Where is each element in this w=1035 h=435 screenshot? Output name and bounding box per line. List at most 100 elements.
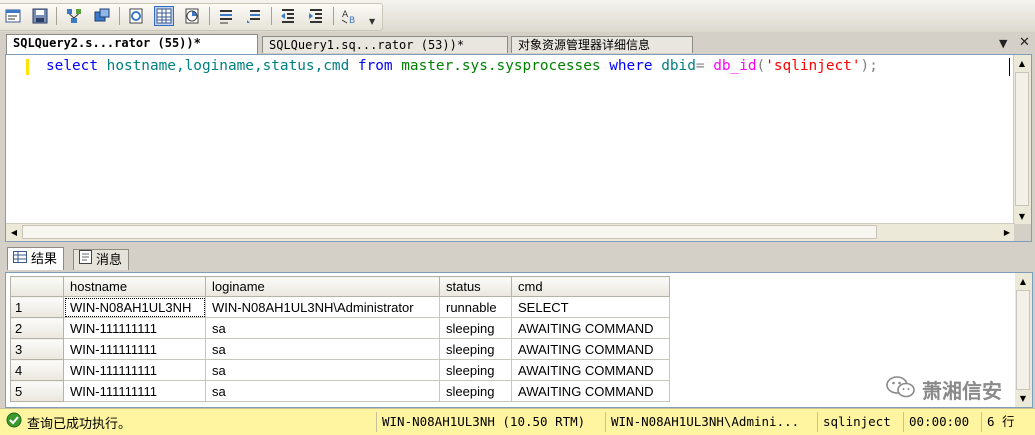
execute-plan-icon[interactable] <box>64 6 84 26</box>
tab-list-dropdown-icon[interactable]: ▼ <box>999 37 1007 50</box>
sql-keyword-from: from <box>357 58 393 74</box>
tab-sqlquery2[interactable]: SQLQuery2.s...rator (55))* <box>6 34 258 54</box>
query-options-icon[interactable] <box>92 6 112 26</box>
grid-icon <box>13 250 27 269</box>
toolbar-separator <box>56 7 57 25</box>
sql-source: master.sys.sysprocesses <box>401 58 601 74</box>
cell-loginame[interactable]: sa <box>205 317 440 339</box>
tab-messages-label: 消息 <box>96 252 123 268</box>
increase-indent-icon[interactable] <box>306 6 326 26</box>
watermark: 萧湘信安 <box>886 375 1002 404</box>
scroll-thumb[interactable] <box>1016 290 1030 390</box>
table-row[interactable]: 5 WIN-111111111 sa sleeping AWAITING COM… <box>10 380 670 402</box>
cell-status[interactable]: sleeping <box>439 317 512 339</box>
table-row[interactable]: 2 WIN-111111111 sa sleeping AWAITING COM… <box>10 317 670 339</box>
tab-messages[interactable]: 消息 <box>73 249 130 270</box>
toolbar-separator <box>119 7 120 25</box>
status-elapsed-time: 00:00:00 <box>903 412 981 432</box>
cell-cmd[interactable]: AWAITING COMMAND <box>511 317 670 339</box>
cell-hostname[interactable]: WIN-111111111 <box>63 317 206 339</box>
svg-text:B: B <box>349 16 355 25</box>
watermark-text: 萧湘信安 <box>922 379 1002 403</box>
row-number[interactable]: 2 <box>10 317 64 339</box>
text-caret <box>1009 58 1010 76</box>
results-to-text-icon[interactable] <box>3 6 23 26</box>
sql-operator-equals: = <box>695 58 705 74</box>
column-header-hostname[interactable]: hostname <box>63 276 206 297</box>
results-to-file-icon[interactable] <box>30 6 50 26</box>
cell-hostname[interactable]: WIN-N08AH1UL3NH <box>63 296 206 318</box>
scroll-down-icon[interactable]: ▼ <box>1014 208 1030 225</box>
row-number[interactable]: 5 <box>10 380 64 402</box>
column-header-cmd[interactable]: cmd <box>511 276 670 297</box>
sql-columns: hostname,loginame,status,cmd <box>106 58 350 74</box>
cell-cmd[interactable]: AWAITING COMMAND <box>511 359 670 381</box>
cell-cmd[interactable]: AWAITING COMMAND <box>511 380 670 402</box>
toolbar-separator <box>209 7 210 25</box>
sql-paren-close: ) <box>860 58 870 74</box>
cell-status[interactable]: sleeping <box>439 338 512 360</box>
row-number[interactable]: 3 <box>10 338 64 360</box>
grid-vertical-scrollbar[interactable]: ▲ ▼ <box>1015 273 1032 407</box>
client-statistics-icon[interactable] <box>182 6 202 26</box>
status-user: WIN-N08AH1UL3NH\Admini... <box>605 412 817 432</box>
decrease-indent-icon[interactable] <box>278 6 298 26</box>
row-number[interactable]: 1 <box>10 296 64 318</box>
scroll-thumb[interactable] <box>1015 72 1029 206</box>
sql-code-line[interactable]: select hostname,loginame,status,cmd from… <box>46 56 878 76</box>
toolbar-overflow-icon[interactable]: ▼ <box>369 17 375 26</box>
column-header-status[interactable]: status <box>439 276 512 297</box>
table-row[interactable]: 3 WIN-111111111 sa sleeping AWAITING COM… <box>10 338 670 360</box>
svg-text:A: A <box>342 10 349 20</box>
scrollbar-corner <box>1014 224 1031 241</box>
tab-sqlquery1[interactable]: SQLQuery1.sq...rator (53))* <box>262 36 508 53</box>
row-number[interactable]: 4 <box>10 359 64 381</box>
query-toolbar: AB ▼ <box>0 0 1035 33</box>
document-tab-bar: SQLQuery2.s...rator (55))* SQLQuery1.sq.… <box>0 32 1035 54</box>
scroll-up-icon[interactable]: ▲ <box>1014 55 1030 72</box>
success-check-icon <box>6 412 22 432</box>
cell-hostname[interactable]: WIN-111111111 <box>63 359 206 381</box>
scroll-up-icon[interactable]: ▲ <box>1015 273 1031 290</box>
cell-hostname[interactable]: WIN-111111111 <box>63 338 206 360</box>
cell-loginame[interactable]: sa <box>205 338 440 360</box>
include-plan-icon[interactable] <box>126 6 146 26</box>
tab-object-explorer-details[interactable]: 对象资源管理器详细信息 <box>511 36 693 53</box>
close-tab-icon[interactable]: ✕ <box>1019 35 1030 50</box>
sql-column-dbid: dbid <box>661 58 696 74</box>
cell-status[interactable]: sleeping <box>439 380 512 402</box>
cell-loginame[interactable]: WIN-N08AH1UL3NH\Administrator <box>205 296 440 318</box>
tab-results[interactable]: 结果 <box>7 247 65 270</box>
sql-paren-open: ( <box>756 58 766 74</box>
sql-string: 'sqlinject' <box>765 58 861 74</box>
cell-hostname[interactable]: WIN-111111111 <box>63 380 206 402</box>
uncomment-icon[interactable] <box>244 6 264 26</box>
scroll-down-icon[interactable]: ▼ <box>1015 390 1031 407</box>
results-to-grid-icon[interactable] <box>154 6 174 26</box>
cell-cmd[interactable]: AWAITING COMMAND <box>511 338 670 360</box>
cell-cmd[interactable]: SELECT <box>511 296 670 318</box>
message-icon <box>79 250 92 270</box>
table-row[interactable]: 4 WIN-111111111 sa sleeping AWAITING COM… <box>10 359 670 381</box>
wechat-icon <box>886 375 916 404</box>
query-editor[interactable]: select hostname,loginame,status,cmd from… <box>5 54 1032 242</box>
sql-keyword-where: where <box>609 58 653 74</box>
toolbar-separator <box>271 7 272 25</box>
specify-values-icon[interactable]: AB <box>340 6 360 26</box>
scroll-right-icon[interactable]: ▶ <box>999 224 1015 241</box>
column-header-loginame[interactable]: loginame <box>205 276 440 297</box>
cell-status[interactable]: runnable <box>439 296 512 318</box>
status-server: WIN-N08AH1UL3NH (10.50 RTM) <box>376 412 606 432</box>
table-row[interactable]: 1 WIN-N08AH1UL3NH WIN-N08AH1UL3NH\Admini… <box>10 296 670 318</box>
cell-loginame[interactable]: sa <box>205 380 440 402</box>
cell-status[interactable]: sleeping <box>439 359 512 381</box>
editor-gutter <box>6 55 29 225</box>
editor-vertical-scrollbar[interactable]: ▲ ▼ <box>1013 55 1031 225</box>
cell-loginame[interactable]: sa <box>205 359 440 381</box>
editor-horizontal-scrollbar[interactable]: ◀ ▶ <box>6 223 1015 241</box>
scroll-left-icon[interactable]: ◀ <box>6 224 22 241</box>
scroll-thumb[interactable] <box>22 225 877 239</box>
grid-corner-header[interactable] <box>10 276 64 297</box>
comment-icon[interactable] <box>216 6 236 26</box>
results-grid[interactable]: hostname loginame status cmd 1 WIN-N08AH… <box>5 272 1033 408</box>
